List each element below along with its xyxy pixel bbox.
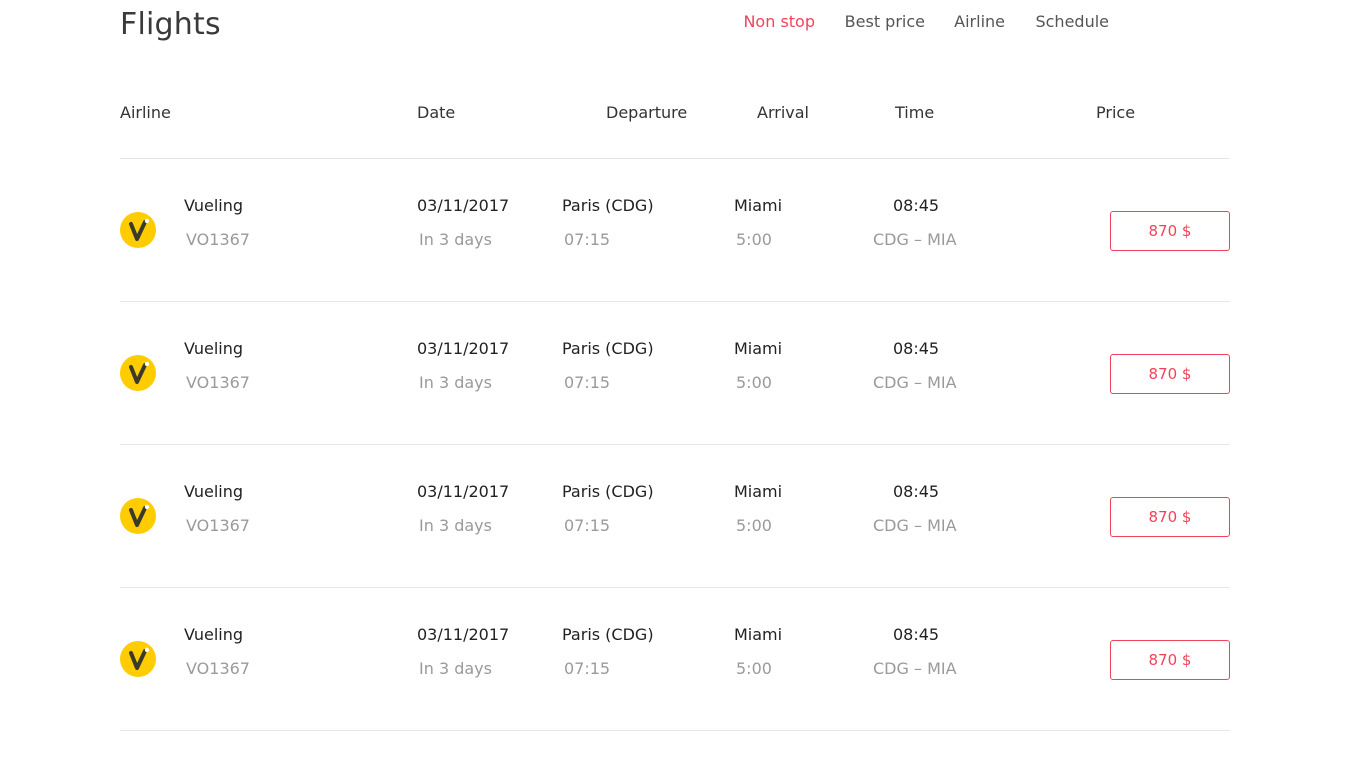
airline-name: Vueling: [184, 625, 244, 644]
flight-date: 03/11/2017: [417, 196, 510, 215]
column-header-departure: Departure: [606, 103, 688, 122]
filter-best-price[interactable]: Best price: [845, 11, 925, 33]
airline-name: Vueling: [184, 339, 244, 358]
arrival-time: 08:45: [893, 625, 940, 644]
filter-schedule[interactable]: Schedule: [1035, 11, 1109, 33]
departure-city: Paris (CDG): [562, 196, 654, 215]
flight-row: Vueling VO1367 03/11/2017 In 3 days Paris (C…: [0, 159, 1350, 302]
arrival-time: 08:45: [893, 482, 940, 501]
flight-duration: 5:00: [736, 373, 772, 392]
departure-time: 07:15: [564, 516, 611, 535]
relative-date: In 3 days: [419, 659, 492, 678]
flight-number: VO1367: [186, 373, 250, 392]
flight-date: 03/11/2017: [417, 339, 510, 358]
column-header-airline: Airline: [120, 103, 171, 122]
flight-row: Vueling VO1367 03/11/2017 In 3 days Paris (C…: [0, 445, 1350, 588]
price-button[interactable]: 870 $: [1110, 354, 1230, 394]
flight-date: 03/11/2017: [417, 482, 510, 501]
arrival-time: 08:45: [893, 339, 940, 358]
price-button[interactable]: 870 $: [1110, 211, 1230, 251]
filter-airline[interactable]: Airline: [954, 11, 1005, 33]
flight-row: Vueling VO1367 03/11/2017 In 3 days Paris (C…: [0, 588, 1350, 731]
arrival-city: Miami: [734, 196, 783, 215]
departure-time: 07:15: [564, 373, 611, 392]
flight-duration: 5:00: [736, 516, 772, 535]
flight-number: VO1367: [186, 516, 250, 535]
flight-row: Vueling VO1367 03/11/2017 In 3 days Paris (C…: [0, 302, 1350, 445]
column-header-time: Time: [895, 103, 935, 122]
filter-bar: Non stop Best price Airline Schedule: [0, 11, 1230, 35]
column-header-date: Date: [417, 103, 456, 122]
route-codes: CDG – MIA: [873, 373, 957, 392]
filter-non-stop[interactable]: Non stop: [743, 11, 815, 33]
vueling-logo-icon: [120, 498, 156, 534]
relative-date: In 3 days: [419, 516, 492, 535]
departure-city: Paris (CDG): [562, 339, 654, 358]
flight-date: 03/11/2017: [417, 625, 510, 644]
arrival-time: 08:45: [893, 196, 940, 215]
column-header-arrival: Arrival: [757, 103, 809, 122]
arrival-city: Miami: [734, 339, 783, 358]
arrival-city: Miami: [734, 625, 783, 644]
route-codes: CDG – MIA: [873, 659, 957, 678]
departure-city: Paris (CDG): [562, 482, 654, 501]
airline-name: Vueling: [184, 196, 244, 215]
route-codes: CDG – MIA: [873, 230, 957, 249]
flight-number: VO1367: [186, 230, 250, 249]
vueling-logo-icon: [120, 641, 156, 677]
price-button[interactable]: 870 $: [1110, 640, 1230, 680]
column-header-price: Price: [1096, 103, 1136, 122]
route-codes: CDG – MIA: [873, 516, 957, 535]
relative-date: In 3 days: [419, 373, 492, 392]
departure-time: 07:15: [564, 659, 611, 678]
flight-number: VO1367: [186, 659, 250, 678]
arrival-city: Miami: [734, 482, 783, 501]
departure-city: Paris (CDG): [562, 625, 654, 644]
vueling-logo-icon: [120, 212, 156, 248]
divider: [120, 730, 1230, 731]
flight-duration: 5:00: [736, 230, 772, 249]
relative-date: In 3 days: [419, 230, 492, 249]
flight-duration: 5:00: [736, 659, 772, 678]
departure-time: 07:15: [564, 230, 611, 249]
vueling-logo-icon: [120, 355, 156, 391]
airline-name: Vueling: [184, 482, 244, 501]
price-button[interactable]: 870 $: [1110, 497, 1230, 537]
